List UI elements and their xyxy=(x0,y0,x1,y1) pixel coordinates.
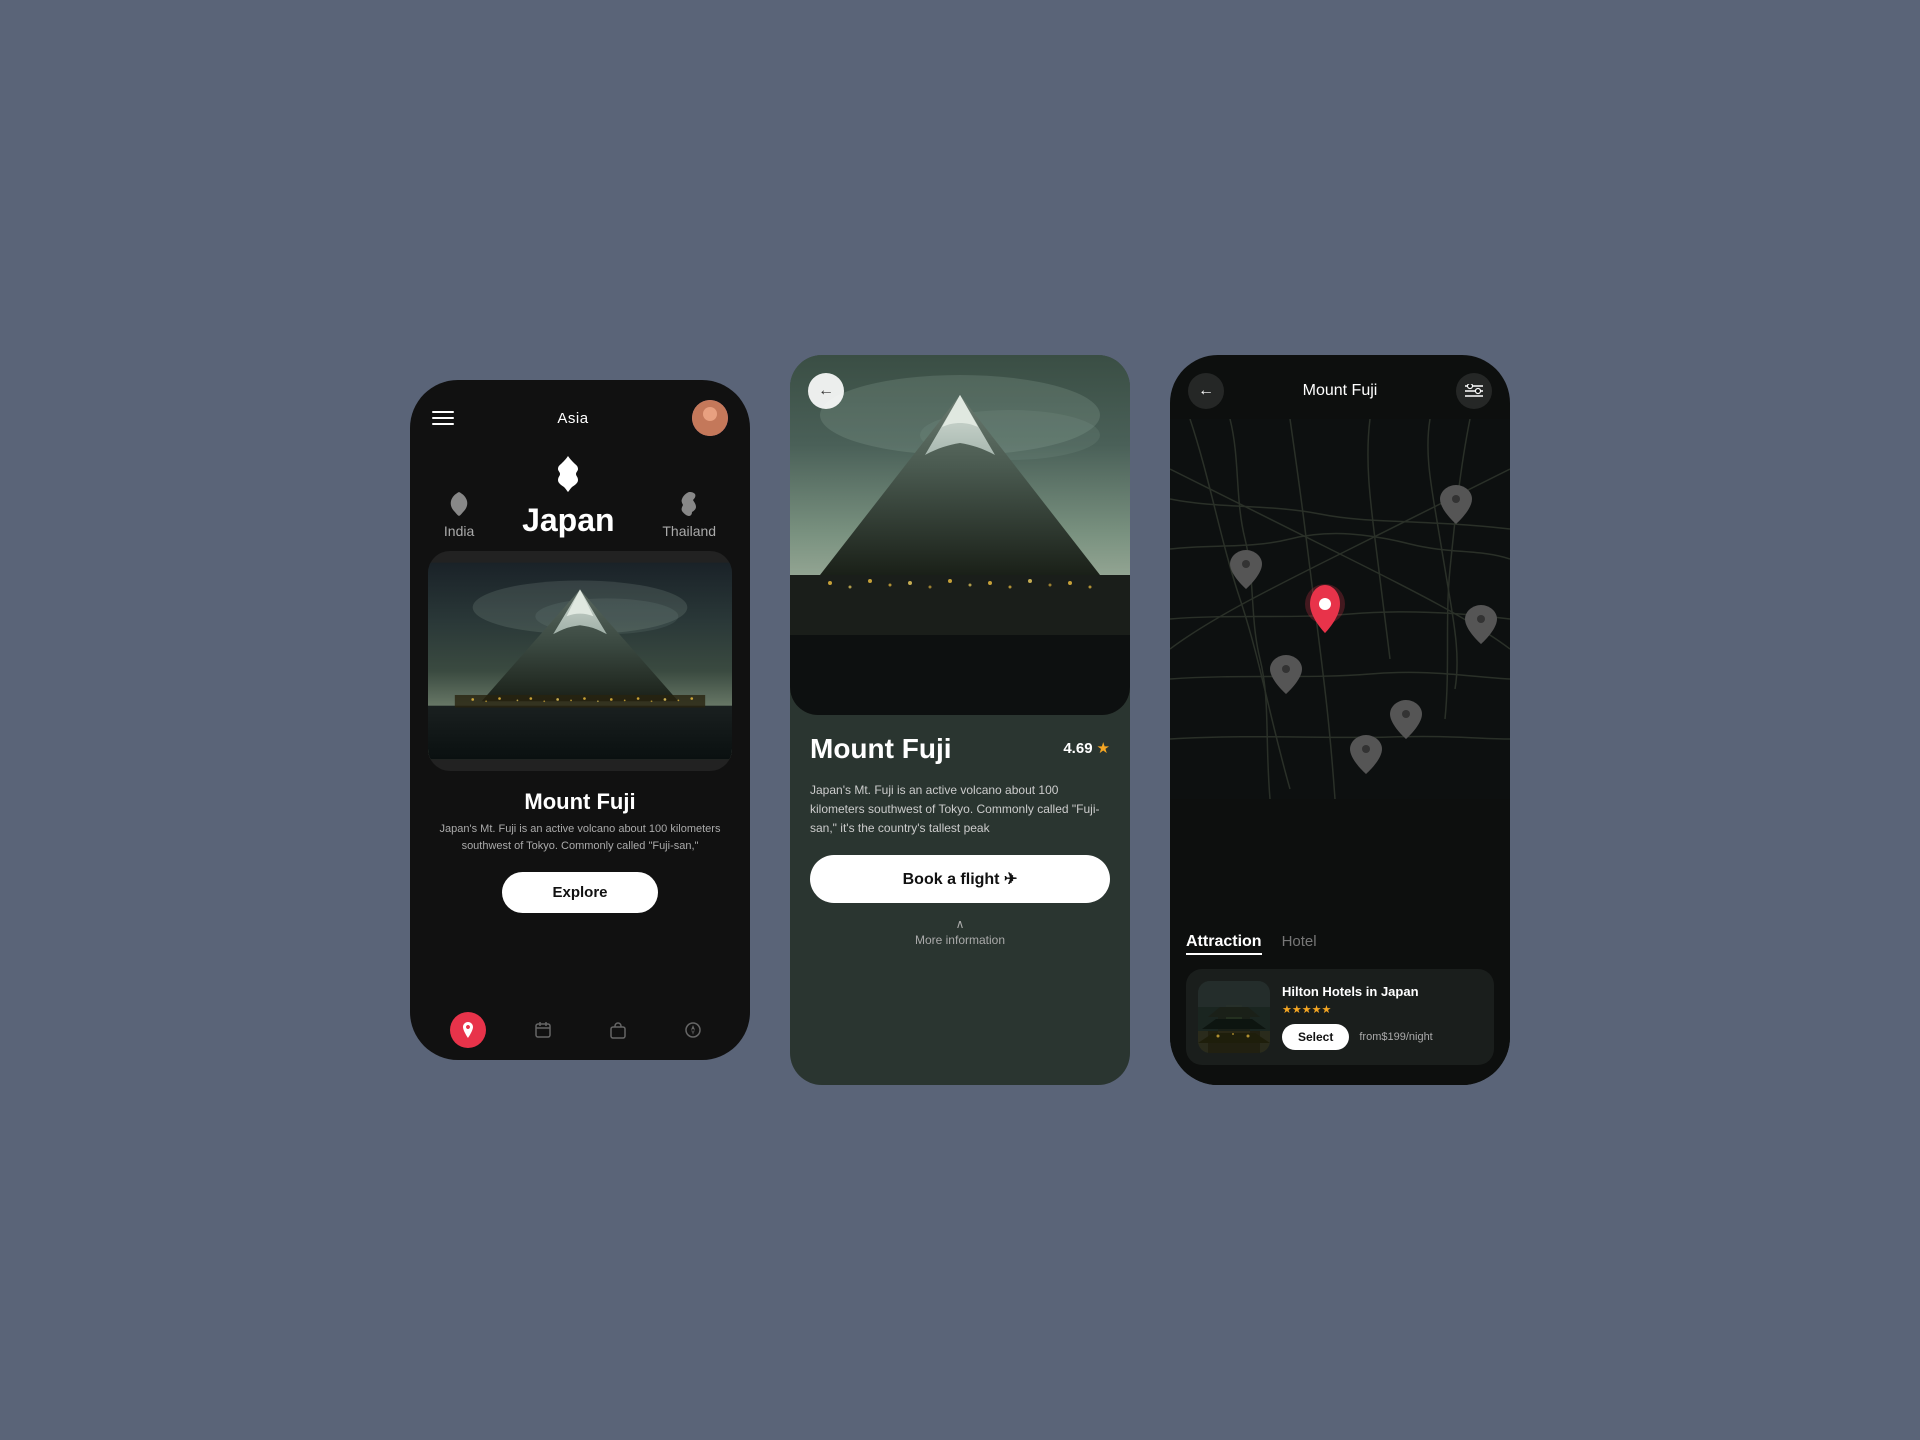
chevron-up-icon: ∧ xyxy=(956,917,965,931)
india-icon xyxy=(449,492,469,519)
rating-value: 4.69 xyxy=(1063,740,1092,757)
country-india[interactable]: India xyxy=(444,492,474,539)
bottom-card-section: Attraction Hotel xyxy=(1170,917,1510,1085)
phone1-info: Mount Fuji Japan's Mt. Fuji is an active… xyxy=(410,779,750,862)
mount-fuji-card xyxy=(428,551,732,771)
nav-bag[interactable] xyxy=(600,1012,636,1048)
japan-icon xyxy=(554,456,582,498)
ph2-description: Japan's Mt. Fuji is an active volcano ab… xyxy=(810,781,1110,839)
ph1-location-desc: Japan's Mt. Fuji is an active volcano ab… xyxy=(428,821,732,854)
explore-button[interactable]: Explore xyxy=(502,872,657,913)
phone-3: ← Mount Fuji xyxy=(1170,355,1510,1085)
thailand-icon xyxy=(679,492,699,519)
phones-container: Asia India xyxy=(410,355,1510,1085)
country-japan[interactable]: Japan xyxy=(522,456,614,539)
thailand-label: Thailand xyxy=(662,523,716,539)
country-selector: India Japan Thailand xyxy=(410,446,750,543)
more-info[interactable]: ∧ More information xyxy=(810,917,1110,947)
tab-attraction[interactable]: Attraction xyxy=(1186,933,1262,955)
hotel-bottom: Select from$199/night xyxy=(1282,1024,1482,1050)
ph1-location-title: Mount Fuji xyxy=(428,789,732,815)
menu-icon[interactable] xyxy=(432,411,454,425)
section-tabs: Attraction Hotel xyxy=(1186,933,1494,955)
hotel-card: Hilton Hotels in Japan ★★★★★ Select from… xyxy=(1186,969,1494,1065)
hotel-price: from$199/night xyxy=(1359,1031,1432,1043)
japan-label: Japan xyxy=(522,502,614,539)
ph2-rating: 4.69 ★ xyxy=(1063,739,1110,757)
phone2-content: Mount Fuji 4.69 ★ Japan's Mt. Fuji is an… xyxy=(790,715,1130,1085)
tab-hotel[interactable]: Hotel xyxy=(1282,933,1317,955)
star-icon: ★ xyxy=(1097,739,1110,757)
india-label: India xyxy=(444,523,474,539)
filter-button[interactable] xyxy=(1456,373,1492,409)
nav-compass[interactable] xyxy=(675,1012,711,1048)
book-flight-button[interactable]: Book a flight ✈ xyxy=(810,855,1110,903)
map-title: Mount Fuji xyxy=(1303,382,1378,400)
phone2-title-row: Mount Fuji 4.69 ★ xyxy=(810,733,1110,771)
back-button-2[interactable]: ← xyxy=(808,373,844,409)
bottom-nav xyxy=(410,1000,750,1060)
region-title: Asia xyxy=(557,410,588,427)
country-thailand[interactable]: Thailand xyxy=(662,492,716,539)
select-button[interactable]: Select xyxy=(1282,1024,1349,1050)
map-header: ← Mount Fuji xyxy=(1170,355,1510,419)
more-info-label: More information xyxy=(915,933,1005,947)
ph2-location-title: Mount Fuji xyxy=(810,733,952,765)
hotel-name: Hilton Hotels in Japan xyxy=(1282,984,1482,999)
phone2-image: ← xyxy=(790,355,1130,715)
phone-2: ← Mount Fuji 4.69 ★ Japan's Mt. Fuji is … xyxy=(790,355,1130,1085)
map-area[interactable] xyxy=(1170,419,1510,917)
phone1-header: Asia xyxy=(410,380,750,446)
map-back-button[interactable]: ← xyxy=(1188,373,1224,409)
hotel-stars: ★★★★★ xyxy=(1282,1003,1482,1016)
phone-1: Asia India xyxy=(410,380,750,1060)
hotel-image xyxy=(1198,981,1270,1053)
avatar[interactable] xyxy=(692,400,728,436)
nav-calendar[interactable] xyxy=(525,1012,561,1048)
hotel-info: Hilton Hotels in Japan ★★★★★ Select from… xyxy=(1282,984,1482,1050)
nav-location[interactable] xyxy=(450,1012,486,1048)
